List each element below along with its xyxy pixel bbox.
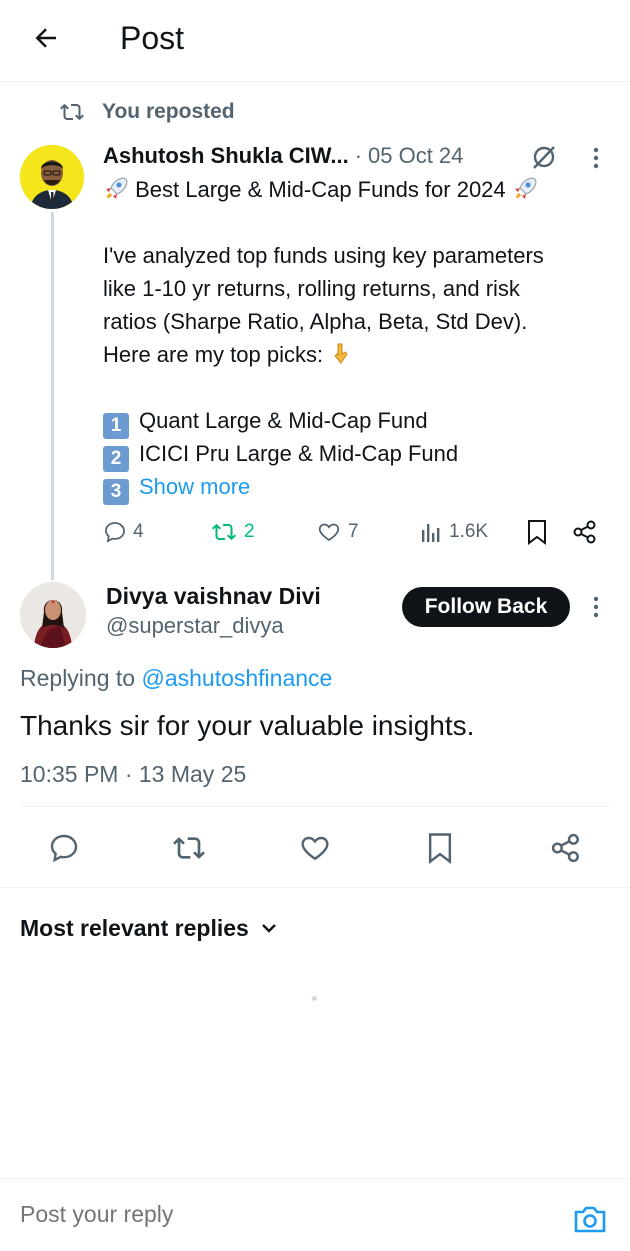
keycap-number: 1 bbox=[103, 413, 129, 439]
reply-author-avatar[interactable] bbox=[20, 582, 86, 648]
separator: · bbox=[354, 143, 363, 168]
share-icon bbox=[551, 833, 579, 863]
repost-button[interactable] bbox=[169, 828, 209, 868]
grok-button[interactable] bbox=[528, 141, 560, 173]
like-button[interactable] bbox=[295, 828, 335, 868]
comment-icon bbox=[105, 522, 125, 543]
list-item: 3 Show more bbox=[103, 470, 618, 505]
list-item-text: ICICI Pru Large & Mid-Cap Fund bbox=[139, 441, 459, 466]
heart-icon bbox=[318, 523, 340, 542]
analytics-icon bbox=[422, 524, 440, 542]
reply-author-handle[interactable]: @superstar_divya bbox=[106, 611, 284, 641]
back-button[interactable] bbox=[22, 18, 70, 58]
share-button[interactable] bbox=[572, 514, 598, 550]
quoted-post-actions: 4 2 7 1.6K bbox=[103, 514, 618, 550]
bookmark-icon bbox=[428, 833, 452, 864]
like-count: 7 bbox=[348, 521, 359, 542]
list-item: 2 ICICI Pru Large & Mid-Cap Fund bbox=[103, 437, 618, 472]
replying-to-label: Replying to bbox=[20, 665, 136, 691]
post-title: Best Large & Mid-Cap Funds for 2024 bbox=[135, 177, 506, 202]
pointing-down-icon bbox=[334, 343, 348, 364]
repost-icon bbox=[212, 523, 236, 541]
body-line: Here are my top picks: bbox=[103, 342, 324, 367]
like-count-button[interactable]: 7 bbox=[316, 514, 359, 550]
body-line: like 1-10 yr returns, rolling returns, a… bbox=[103, 276, 520, 301]
avatar-image bbox=[20, 582, 86, 648]
sort-label: Most relevant replies bbox=[20, 914, 249, 941]
heart-icon bbox=[301, 836, 329, 861]
thread-line bbox=[51, 212, 54, 580]
keycap-number: 3 bbox=[103, 479, 129, 505]
more-options-button[interactable] bbox=[582, 144, 610, 172]
share-icon bbox=[573, 520, 596, 544]
repost-icon bbox=[173, 837, 205, 859]
reply-more-options-button[interactable] bbox=[582, 593, 610, 621]
share-button[interactable] bbox=[546, 828, 586, 868]
body-line-with-emoji: Here are my top picks: bbox=[103, 338, 618, 371]
avatar-image bbox=[20, 145, 84, 209]
repost-count-button[interactable]: 2 bbox=[210, 514, 255, 550]
grok-icon bbox=[533, 146, 555, 169]
reply-post-timestamp[interactable]: 10:35 PM · 13 May 25 bbox=[20, 758, 246, 790]
replying-to: Replying to @ashutoshfinance bbox=[20, 662, 332, 694]
repost-banner-text: You reposted bbox=[102, 100, 235, 123]
reply-count: 4 bbox=[133, 521, 144, 542]
sort-replies-dropdown[interactable]: Most relevant replies bbox=[20, 910, 279, 946]
views-count-button[interactable]: 1.6K bbox=[421, 514, 488, 550]
more-vertical-icon bbox=[593, 596, 599, 618]
reply-author-name[interactable]: Divya vaishnav Divi bbox=[106, 581, 321, 611]
loading-indicator bbox=[312, 996, 317, 1001]
repost-icon bbox=[60, 103, 84, 121]
quoted-post-header: Ashutosh Shukla CIW... · 05 Oct 24 bbox=[103, 140, 573, 172]
reply-post-text: Thanks sir for your valuable insights. bbox=[20, 710, 475, 741]
divider bbox=[0, 887, 630, 888]
follow-back-button[interactable]: Follow Back bbox=[402, 587, 570, 627]
author-avatar[interactable] bbox=[20, 145, 84, 209]
repost-banner: You reposted bbox=[58, 96, 235, 128]
keycap-number: 2 bbox=[103, 446, 129, 472]
chevron-down-icon bbox=[261, 924, 276, 933]
camera-button[interactable] bbox=[572, 1203, 608, 1235]
list-item-text: Quant Large & Mid-Cap Fund bbox=[139, 408, 428, 433]
author-name[interactable]: Ashutosh Shukla CIW... bbox=[103, 143, 349, 169]
bookmark-button[interactable] bbox=[420, 828, 460, 868]
views-count: 1.6K bbox=[449, 521, 489, 542]
replying-to-handle[interactable]: @ashutoshfinance bbox=[141, 665, 332, 691]
page-title: Post bbox=[120, 20, 185, 56]
bookmark-button[interactable] bbox=[526, 514, 548, 550]
reply-count-button[interactable]: 4 bbox=[103, 514, 144, 550]
rocket-icon bbox=[106, 177, 128, 199]
reply-button[interactable] bbox=[44, 828, 84, 868]
divider bbox=[20, 806, 610, 807]
reply-composer bbox=[0, 1178, 630, 1251]
camera-icon bbox=[574, 1206, 606, 1233]
rocket-icon bbox=[514, 177, 537, 199]
quoted-post-body[interactable]: Best Large & Mid-Cap Funds for 2024 I've… bbox=[103, 173, 618, 505]
post-title-line: Best Large & Mid-Cap Funds for 2024 bbox=[103, 173, 618, 206]
body-line: ratios (Sharpe Ratio, Alpha, Beta, Std D… bbox=[103, 309, 528, 334]
list-item: 1 Quant Large & Mid-Cap Fund bbox=[103, 404, 618, 439]
body-line: I've analyzed top funds using key parame… bbox=[103, 243, 544, 268]
comment-icon bbox=[50, 834, 78, 863]
bookmark-icon bbox=[528, 520, 546, 545]
repost-count: 2 bbox=[244, 521, 255, 542]
more-vertical-icon bbox=[593, 147, 599, 169]
reply-input[interactable] bbox=[20, 1201, 520, 1228]
arrow-left-icon bbox=[35, 28, 56, 48]
post-date[interactable]: 05 Oct 24 bbox=[368, 143, 463, 169]
show-more-link[interactable]: Show more bbox=[139, 474, 250, 499]
top-bar: Post bbox=[0, 0, 630, 82]
